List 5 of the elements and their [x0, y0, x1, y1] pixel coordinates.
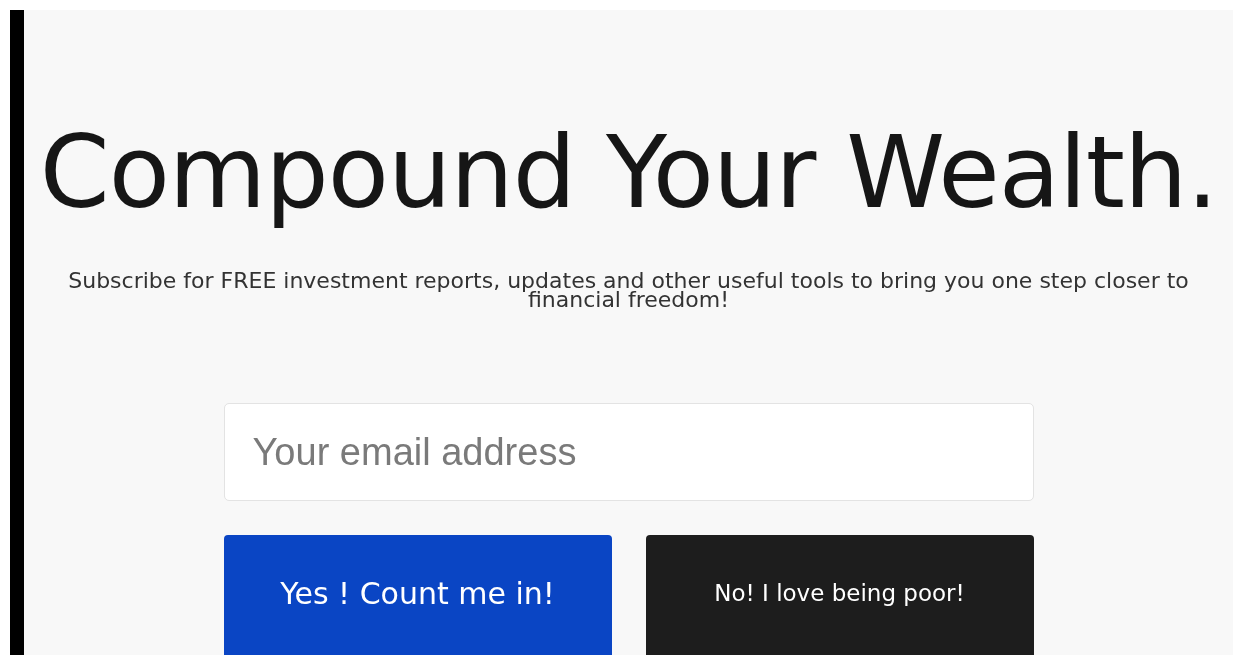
decline-button[interactable]: No! I love being poor! — [645, 535, 1034, 655]
subscribe-button[interactable]: Yes ! Count me in! — [223, 535, 612, 655]
email-field[interactable]: Your email address — [223, 403, 1034, 502]
subheading: Subscribe for FREE investment reports, updates and other useful tools to bring you one step closer to financial freedom! — [67, 272, 1190, 310]
page-heading: Compound Your Wealth. — [39, 118, 1218, 228]
